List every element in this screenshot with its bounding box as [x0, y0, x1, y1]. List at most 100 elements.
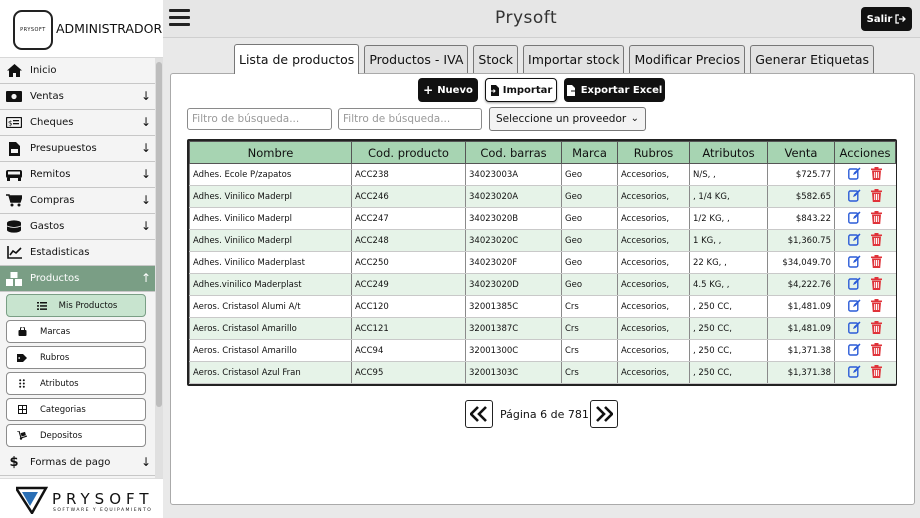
sidebar-item-presupuestos[interactable]: Presupuestos ↓	[0, 136, 155, 162]
table-icon	[15, 405, 29, 414]
tab-lista-de-productos[interactable]: Lista de productos	[234, 44, 360, 74]
sidebar-item-formas-de-pago[interactable]: $ Formas de pago ↓	[0, 450, 155, 476]
table-cell: Accesorios,	[617, 207, 690, 230]
edit-icon[interactable]	[848, 167, 861, 183]
trash-icon[interactable]	[871, 364, 883, 381]
scroll-thumb[interactable]	[156, 62, 162, 407]
table-cell: Accesorios,	[617, 185, 690, 208]
trash-icon[interactable]	[871, 210, 883, 227]
edit-icon[interactable]	[848, 343, 861, 359]
trash-icon[interactable]	[871, 188, 883, 205]
chevron-down-icon: ⌄	[630, 113, 639, 124]
trash-icon[interactable]	[871, 342, 883, 359]
new-product-button[interactable]: + Nuevo	[418, 78, 478, 102]
table-cell: Geo	[561, 163, 618, 186]
table-cell: Adhes. Vinilico Maderpl	[189, 229, 352, 252]
edit-icon[interactable]	[848, 233, 861, 249]
subitem-depositos[interactable]: Depositos	[6, 424, 146, 447]
subitem-categorias[interactable]: Categorias	[6, 398, 146, 421]
import-button[interactable]: Importar	[485, 78, 557, 102]
trash-icon[interactable]	[871, 254, 883, 271]
coins-icon	[6, 220, 22, 234]
edit-icon[interactable]	[848, 321, 861, 337]
subitem-atributos[interactable]: Atributos	[6, 372, 146, 395]
hamburger-menu-icon[interactable]	[169, 9, 190, 28]
table-row: Aeros. Cristasol Azul Fran ACC95 32001303C…	[189, 361, 896, 384]
money-icon	[6, 90, 22, 104]
provider-select[interactable]: Seleccione un proveedor ⌄	[489, 107, 646, 131]
table-cell: $582.65	[767, 185, 835, 208]
row-actions	[834, 207, 896, 230]
prev-page-button[interactable]	[465, 400, 493, 428]
column-header[interactable]: Marca	[561, 141, 618, 164]
table-cell: ACC95	[351, 361, 466, 384]
sidebar-item-gastos[interactable]: Gastos ↓	[0, 214, 155, 240]
sidebar-item-inicio[interactable]: Inicio	[0, 58, 155, 84]
table-cell: Aeros. Cristasol Amarillo	[189, 339, 352, 362]
tab-stock[interactable]: Stock	[473, 45, 519, 73]
edit-icon[interactable]	[848, 365, 861, 381]
export-excel-button[interactable]: Exportar Excel	[564, 78, 665, 102]
column-header[interactable]: Cod. producto	[351, 141, 466, 164]
column-header[interactable]: Rubros	[617, 141, 690, 164]
column-header[interactable]: Venta	[767, 141, 835, 164]
chevron-down-icon: ↓	[140, 167, 151, 181]
table-cell: ACC120	[351, 295, 466, 318]
tab-generar-etiquetas[interactable]: Generar Etiquetas	[750, 45, 874, 73]
table-row: Adhes. Ecole P/zapatos ACC238 34023003A Geo…	[189, 163, 896, 186]
trash-icon[interactable]	[871, 320, 883, 337]
pagination-text: Página 6 de 781	[500, 408, 589, 421]
column-header[interactable]: Atributos	[689, 141, 768, 164]
column-header[interactable]: Cod. barras	[465, 141, 562, 164]
brand-header: PRYSOFT ADMINISTRADOR	[0, 0, 163, 58]
search-input-1[interactable]: Filtro de búsqueda...	[187, 108, 332, 130]
subitem-marcas[interactable]: Marcas	[6, 320, 146, 343]
sidebar-item-remitos[interactable]: Remitos ↓	[0, 162, 155, 188]
column-header[interactable]: Nombre	[189, 141, 352, 164]
table-row: Adhes.vinilico Maderplast ACC249 34023020D…	[189, 273, 896, 296]
table-cell: ACC247	[351, 207, 466, 230]
brand-logo: PRYSOFT	[13, 10, 53, 50]
table-cell: 22 KG, ,	[689, 251, 768, 274]
row-actions	[834, 229, 896, 252]
next-page-button[interactable]	[590, 400, 618, 428]
edit-icon[interactable]	[848, 277, 861, 293]
table-row: Aeros. Cristasol Amarillo ACC121 32001387C…	[189, 317, 896, 340]
edit-icon[interactable]	[848, 211, 861, 227]
table-cell: 34023020B	[465, 207, 562, 230]
tab-modificar-precios[interactable]: Modificar Precios	[629, 45, 746, 73]
sidebar-scrollbar[interactable]	[155, 58, 163, 478]
row-actions	[834, 251, 896, 274]
subitem-mis-productos[interactable]: Mis Productos	[6, 294, 146, 317]
row-actions	[834, 339, 896, 362]
file-export-icon	[566, 84, 577, 96]
table-row: Aeros. Cristasol Alumi A/t ACC120 32001385…	[189, 295, 896, 318]
edit-icon[interactable]	[848, 255, 861, 271]
sidebar-item-ventas[interactable]: Ventas ↓	[0, 84, 155, 110]
tab-productos-iva[interactable]: Productos - IVA	[364, 45, 469, 73]
sidebar-item-compras[interactable]: Compras ↓	[0, 188, 155, 214]
table-cell: 32001385C	[465, 295, 562, 318]
table-row: Adhes. Vinilico Maderpl ACC248 34023020C Ge…	[189, 229, 896, 252]
sidebar-item-cheques[interactable]: $ Cheques ↓	[0, 110, 155, 136]
table-cell: Aeros. Cristasol Azul Fran	[189, 361, 352, 384]
table-cell: $1,371.38	[767, 339, 835, 362]
trash-icon[interactable]	[871, 232, 883, 249]
dollar-icon: $	[9, 455, 19, 470]
trash-icon[interactable]	[871, 166, 883, 183]
trash-icon[interactable]	[871, 298, 883, 315]
logout-button[interactable]: Salir	[861, 7, 912, 31]
table-cell: Accesorios,	[617, 317, 690, 340]
search-input-2[interactable]: Filtro de búsqueda...	[338, 108, 482, 130]
edit-icon[interactable]	[848, 189, 861, 205]
table-cell: $725.77	[767, 163, 835, 186]
table-cell: $1,360.75	[767, 229, 835, 252]
sidebar-item-estadisticas[interactable]: Estadisticas	[0, 240, 155, 266]
tab-importar-stock[interactable]: Importar stock	[523, 45, 625, 73]
table-cell: Geo	[561, 273, 618, 296]
sidebar-item-productos[interactable]: Productos ↑	[0, 266, 155, 292]
subitem-rubros[interactable]: Rubros	[6, 346, 146, 369]
edit-icon[interactable]	[848, 299, 861, 315]
app-title: Prysoft	[495, 8, 558, 28]
trash-icon[interactable]	[871, 276, 883, 293]
